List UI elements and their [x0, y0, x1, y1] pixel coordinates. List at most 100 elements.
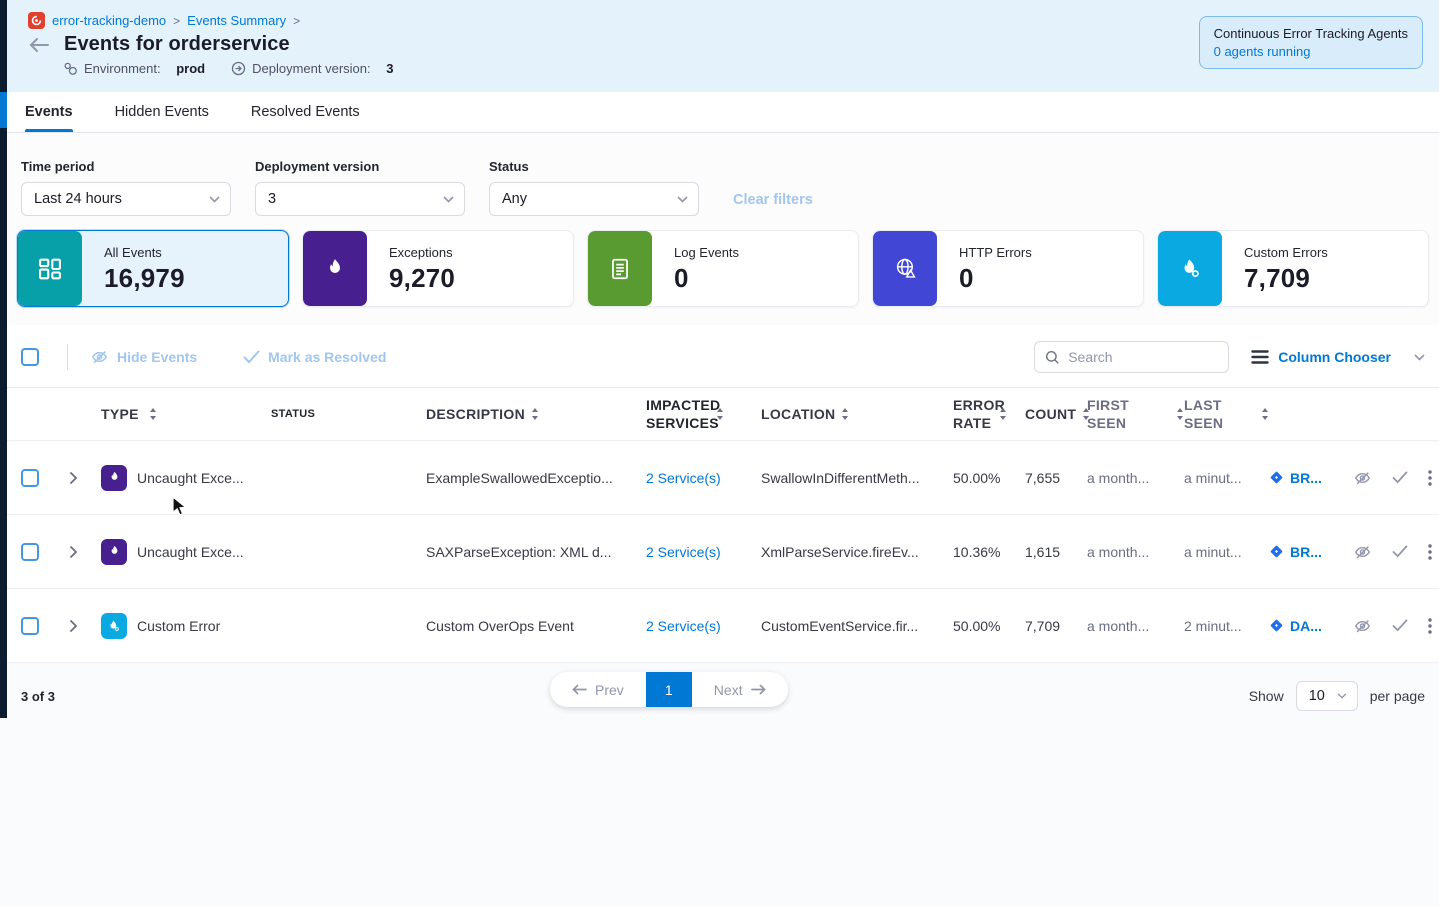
breadcrumb-section-link[interactable]: Events Summary [187, 13, 286, 28]
search-input[interactable] [1068, 349, 1218, 365]
sort-icon[interactable] [149, 408, 157, 420]
ticket-link[interactable]: BR... [1290, 544, 1322, 560]
expand-chevron-icon[interactable] [69, 471, 101, 485]
clear-filters-button[interactable]: Clear filters [733, 192, 813, 208]
event-description: Custom OverOps Event [426, 618, 646, 634]
event-count: 1,615 [1025, 544, 1087, 560]
ticket-link[interactable]: BR... [1290, 470, 1322, 486]
back-arrow-icon[interactable] [28, 37, 50, 53]
impacted-services-link[interactable]: 2 Service(s) [646, 618, 721, 634]
page-title: Events for orderservice [64, 33, 290, 56]
card-value: 0 [674, 263, 739, 294]
pagination-bar: 3 of 3 Prev 1 Next Show 10 per page [7, 663, 1439, 729]
page-number-button[interactable]: 1 [646, 672, 692, 707]
impacted-services-link[interactable]: 2 Service(s) [646, 470, 721, 486]
impacted-services-link[interactable]: 2 Service(s) [646, 544, 721, 560]
sort-icon[interactable] [716, 408, 724, 420]
time-period-select[interactable]: Last 24 hours [21, 182, 231, 216]
nav-active-indicator [0, 92, 7, 128]
sort-icon[interactable] [999, 408, 1007, 420]
error-rate: 10.36% [953, 544, 1025, 560]
prev-page-button[interactable]: Prev [550, 672, 646, 707]
card-value: 7,709 [1244, 263, 1328, 294]
card-custom-errors[interactable]: Custom Errors 7,709 [1157, 230, 1429, 307]
pagination-controls: Prev 1 Next [550, 672, 788, 707]
event-description: SAXParseException: XML d... [426, 544, 646, 560]
row-menu-icon[interactable] [1428, 618, 1432, 634]
table-row[interactable]: Uncaught Exce... SAXParseException: XML … [7, 515, 1439, 589]
row-checkbox[interactable] [21, 543, 39, 561]
card-exceptions[interactable]: Exceptions 9,270 [302, 230, 574, 307]
globe-warning-icon [873, 231, 937, 306]
flame-gear-icon [1158, 231, 1222, 306]
expand-chevron-icon[interactable] [69, 545, 101, 559]
environment-meta: Environment: prod [63, 61, 205, 76]
hide-events-button[interactable]: Hide Events [90, 348, 197, 366]
select-all-checkbox[interactable] [21, 348, 39, 366]
tab-events[interactable]: Events [25, 92, 73, 132]
breadcrumb-project-link[interactable]: error-tracking-demo [52, 13, 166, 28]
agents-running-link[interactable]: 0 agents running [1214, 44, 1311, 59]
row-menu-icon[interactable] [1428, 544, 1432, 560]
table-row[interactable]: Uncaught Exce... ExampleSwallowedExcepti… [7, 441, 1439, 515]
card-label: All Events [104, 245, 185, 260]
breadcrumb-separator: > [293, 14, 300, 28]
deployment-meta: Deployment version: 3 [231, 61, 393, 76]
column-chooser-button[interactable]: Column Chooser [1251, 349, 1425, 365]
expand-chevron-icon[interactable] [69, 619, 101, 633]
card-value: 9,270 [389, 263, 455, 294]
toolbar-divider [67, 344, 68, 370]
show-label: Show [1249, 688, 1284, 704]
card-http-errors[interactable]: HTTP Errors 0 [872, 230, 1144, 307]
last-seen: a minut... [1184, 470, 1269, 486]
filters-bar: Time period Last 24 hours Deployment ver… [7, 133, 1439, 216]
row-checkbox[interactable] [21, 469, 39, 487]
tab-hidden-events[interactable]: Hidden Events [115, 92, 209, 132]
time-period-label: Time period [21, 159, 231, 174]
row-checkbox[interactable] [21, 617, 39, 635]
jira-ticket-icon [1269, 618, 1284, 633]
hide-event-icon[interactable] [1353, 543, 1372, 561]
event-count: 7,709 [1025, 618, 1087, 634]
row-menu-icon[interactable] [1428, 470, 1432, 486]
resolve-event-icon[interactable] [1392, 619, 1408, 632]
per-page-label: per page [1370, 688, 1425, 704]
tab-bar: Events Hidden Events Resolved Events [7, 92, 1439, 133]
event-description: ExampleSwallowedExceptio... [426, 470, 646, 486]
chevron-down-icon [1337, 693, 1347, 699]
card-value: 16,979 [104, 263, 185, 294]
card-all-events[interactable]: All Events 16,979 [17, 230, 289, 307]
sort-icon[interactable] [1261, 408, 1269, 420]
eye-slash-icon [90, 348, 109, 366]
status-select[interactable]: Any [489, 182, 699, 216]
error-tracking-app-icon [28, 12, 45, 29]
jira-ticket-icon [1269, 470, 1284, 485]
table-row[interactable]: Custom Error Custom OverOps Event 2 Serv… [7, 589, 1439, 663]
resolve-event-icon[interactable] [1392, 545, 1408, 558]
sort-icon[interactable] [1176, 408, 1184, 420]
document-icon [588, 231, 652, 306]
first-seen: a month... [1087, 470, 1184, 486]
sort-icon[interactable] [531, 408, 539, 420]
sort-icon[interactable] [841, 408, 849, 420]
resolve-event-icon[interactable] [1392, 471, 1408, 484]
agents-status-box[interactable]: Continuous Error Tracking Agents 0 agent… [1199, 16, 1423, 69]
card-log-events[interactable]: Log Events 0 [587, 230, 859, 307]
first-seen: a month... [1087, 544, 1184, 560]
search-icon [1045, 350, 1060, 365]
hide-event-icon[interactable] [1353, 617, 1372, 635]
arrow-right-icon [751, 684, 766, 695]
grid-icon [18, 231, 82, 306]
ticket-link[interactable]: DA... [1290, 618, 1322, 634]
mark-resolved-button[interactable]: Mark as Resolved [243, 349, 386, 365]
card-label: HTTP Errors [959, 245, 1032, 260]
page-size-select[interactable]: 10 [1296, 681, 1358, 711]
tab-resolved-events[interactable]: Resolved Events [251, 92, 360, 132]
environment-value: prod [176, 61, 205, 76]
next-page-button[interactable]: Next [692, 672, 788, 707]
metric-cards: All Events 16,979 Exceptions 9,270 Log E… [7, 216, 1439, 325]
environment-icon [63, 61, 78, 76]
hide-event-icon[interactable] [1353, 469, 1372, 487]
deployment-version-select[interactable]: 3 [255, 182, 465, 216]
card-label: Custom Errors [1244, 245, 1328, 260]
